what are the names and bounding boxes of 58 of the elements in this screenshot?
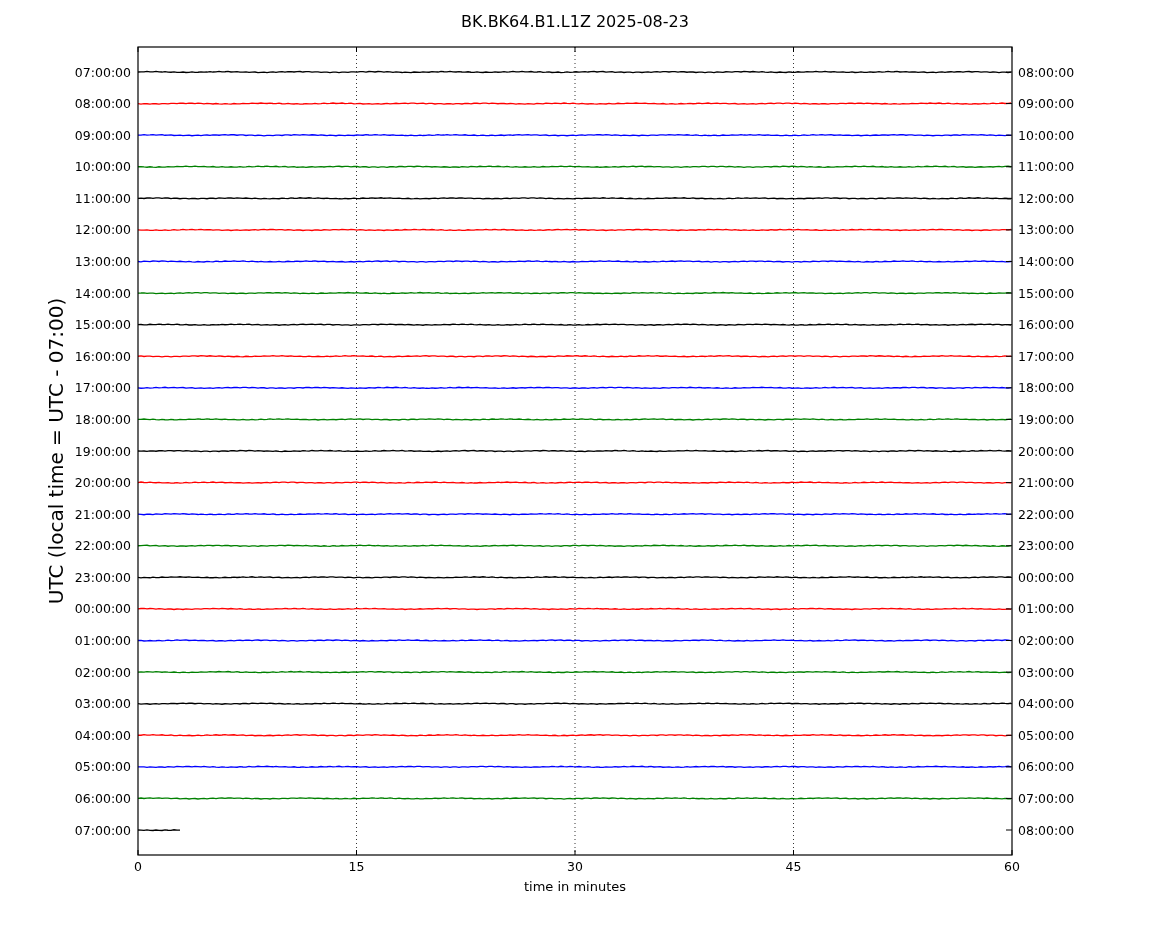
y-tick-label: 19:00:00 (1018, 411, 1075, 427)
y-tick-label: 04:00:00 (1018, 696, 1075, 712)
y-tick-label: 22:00:00 (74, 538, 131, 554)
y-tick-label: 12:00:00 (74, 222, 131, 238)
y-tick-label: 20:00:00 (1018, 443, 1075, 459)
y-tick-label: 17:00:00 (74, 380, 131, 396)
y-tick-label: 08:00:00 (1018, 64, 1075, 80)
y-tick-label: 02:00:00 (74, 664, 131, 680)
x-tick-label: 60 (1004, 859, 1020, 874)
y-tick-label: 14:00:00 (74, 285, 131, 301)
y-tick-label: 09:00:00 (74, 127, 131, 143)
y-tick-label: 11:00:00 (1018, 159, 1075, 175)
y-tick-label: 21:00:00 (1018, 475, 1075, 491)
chart-title: BK.BK64.B1.L1Z 2025-08-23 (461, 12, 689, 31)
y-tick-label: 14:00:00 (1018, 254, 1075, 269)
y-tick-label: 01:00:00 (1018, 601, 1075, 617)
y-tick-label: 17:00:00 (1018, 348, 1075, 364)
y-tick-label: 18:00:00 (1018, 380, 1075, 396)
y-tick-label: 03:00:00 (74, 696, 131, 712)
x-tick-label: 30 (567, 859, 583, 874)
y-tick-label: 05:00:00 (74, 759, 131, 775)
y-tick-label: 07:00:00 (74, 64, 131, 80)
y-tick-label: 05:00:00 (1018, 727, 1075, 743)
y-tick-label: 00:00:00 (74, 601, 131, 617)
y-tick-label: 18:00:00 (74, 411, 131, 427)
y-tick-label: 02:00:00 (1018, 633, 1075, 648)
y-tick-label: 16:00:00 (1018, 317, 1075, 333)
y-tick-label: 23:00:00 (74, 569, 131, 585)
y-tick-label: 03:00:00 (1018, 664, 1075, 680)
x-tick-label: 45 (785, 859, 802, 874)
y-tick-label: 08:00:00 (74, 96, 131, 112)
y-tick-label: 06:00:00 (1018, 759, 1075, 775)
x-tick-label: 15 (348, 859, 365, 874)
y-tick-label: 07:00:00 (1018, 790, 1075, 806)
y-tick-label: 21:00:00 (74, 506, 131, 522)
y-axis-label: UTC (local time = UTC - 07:00) (44, 297, 68, 605)
y-tick-label: 23:00:00 (1018, 538, 1075, 554)
y-tick-label: 01:00:00 (74, 633, 131, 648)
y-tick-label: 13:00:00 (1018, 222, 1075, 238)
y-tick-label: 20:00:00 (74, 475, 131, 491)
x-tick-label: 0 (134, 859, 142, 874)
y-tick-label: 09:00:00 (1018, 96, 1075, 112)
y-tick-label: 13:00:00 (74, 254, 131, 269)
y-tick-label: 19:00:00 (74, 443, 131, 459)
y-tick-label: 10:00:00 (74, 159, 131, 175)
y-tick-label: 11:00:00 (74, 190, 131, 206)
y-tick-label: 04:00:00 (74, 727, 131, 743)
y-tick-label: 22:00:00 (1018, 506, 1075, 522)
y-tick-label: 12:00:00 (1018, 190, 1075, 206)
y-tick-label: 00:00:00 (1018, 569, 1075, 585)
y-tick-label: 15:00:00 (74, 317, 131, 333)
y-tick-label: 16:00:00 (74, 348, 131, 364)
y-tick-label: 06:00:00 (74, 790, 131, 806)
y-tick-label: 07:00:00 (74, 822, 131, 838)
x-axis-label: time in minutes (523, 879, 627, 894)
y-tick-label: 08:00:00 (1018, 822, 1075, 838)
y-tick-label: 15:00:00 (1018, 285, 1075, 301)
y-tick-label: 10:00:00 (1018, 127, 1075, 143)
